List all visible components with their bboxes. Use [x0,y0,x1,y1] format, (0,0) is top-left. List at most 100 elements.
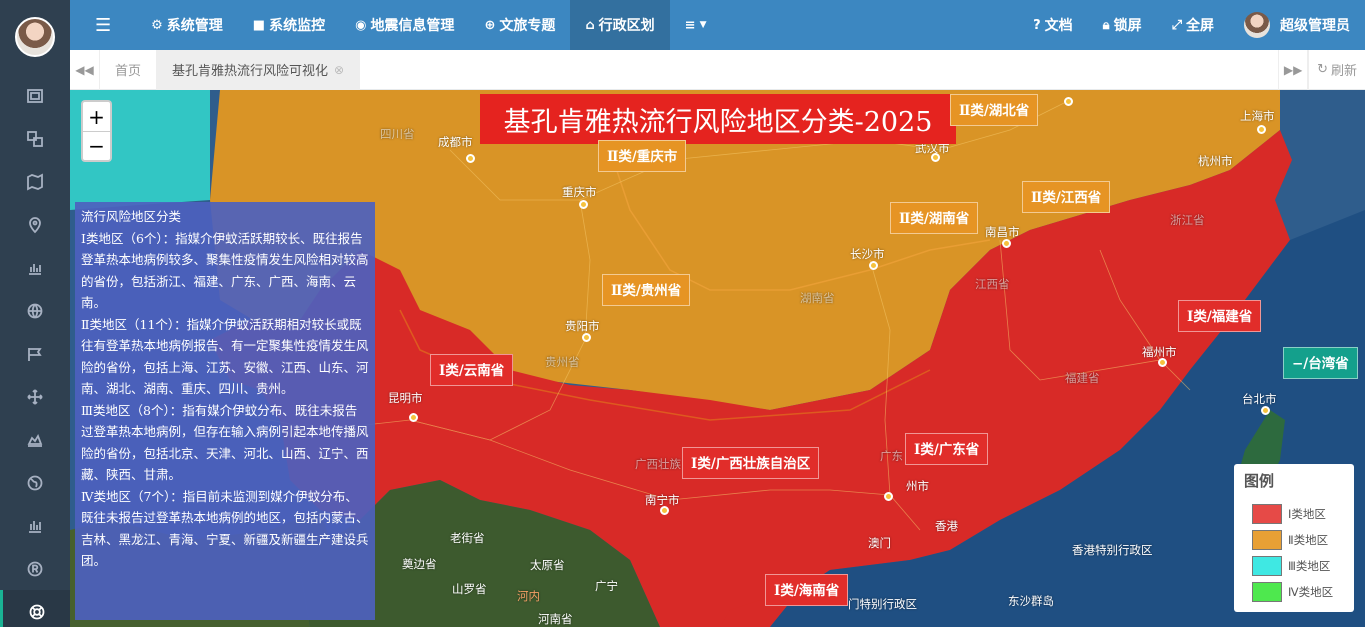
city-marker[interactable] [1158,358,1167,367]
avatar-container [0,0,70,74]
province-label: 奠边省 [402,557,437,571]
region-label-fujian[interactable]: Ⅰ类/福建省 [1178,300,1262,332]
sidebar-item-location[interactable] [0,203,70,246]
map-legend: 图例 Ⅰ类地区 Ⅱ类地区 Ⅲ类地区 Ⅳ类地区 [1234,464,1354,612]
sidebar-item-screen[interactable] [0,74,70,117]
region-label-jiangxi[interactable]: Ⅱ类/江西省 [1022,181,1111,213]
flag-icon [28,347,42,361]
nav-system-monitor[interactable]: ■ 系统监控 [238,0,340,50]
sidebar-item-globe-2[interactable] [0,461,70,504]
hamburger-icon: ☰ [95,14,112,36]
province-label: 广宁 [595,579,618,593]
nav-label: 地震信息管理 [370,18,455,34]
sidebar-item-flag[interactable] [0,332,70,375]
province-label: 广西壮族 [635,457,681,471]
city-marker[interactable] [884,492,893,501]
city-label: 河内 [517,589,540,603]
fullscreen-button[interactable]: ⤢ 全屏 [1157,0,1229,50]
area-chart-icon [27,433,43,447]
city-marker[interactable] [1261,406,1270,415]
sidebar-item-globe[interactable] [0,289,70,332]
legend-item: Ⅲ类地区 [1244,553,1344,579]
sidebar-item-report[interactable] [0,504,70,547]
tab-chikungunya[interactable]: 基孔肯雅热流行风险可视化 ⊗ [157,49,361,90]
city-marker[interactable] [1257,125,1266,134]
sidebar-item-area-chart[interactable] [0,418,70,461]
city-marker[interactable] [466,154,475,163]
sidebar-item-move[interactable] [0,375,70,418]
region-label-hubei[interactable]: Ⅱ类/湖北省 [950,94,1039,126]
tab-scroll-right-button[interactable]: ▶▶ [1278,49,1309,90]
legend-item: Ⅳ类地区 [1244,579,1344,605]
expand-icon: ⤢ [1171,17,1182,33]
nav-cultural-tourism[interactable]: ⊕ 文旅专题 [469,0,570,50]
lock-label: 锁屏 [1113,18,1142,34]
risk-description-panel: 流行风险地区分类 Ⅰ类地区（6个）：指媒介伊蚊活跃期较长、既往报告登革热本地病例… [75,202,375,620]
province-label: 老街省 [450,531,485,545]
region-label-chongqing[interactable]: Ⅱ类/重庆市 [598,140,687,172]
user-avatar [1244,12,1270,38]
city-label: 长沙市 [850,247,885,261]
sidebar-item-support[interactable] [0,590,70,627]
nav-label: 系统监控 [269,18,326,34]
region-label-hunan[interactable]: Ⅱ类/湖南省 [890,202,979,234]
city-marker[interactable] [931,153,940,162]
city-label: 南昌市 [985,225,1020,239]
region-label-yunnan[interactable]: Ⅰ类/云南省 [430,354,514,386]
city-marker[interactable] [579,200,588,209]
legend-swatch [1252,504,1282,524]
docs-button[interactable]: ? 文档 [1018,0,1088,50]
refresh-button[interactable]: ↻ 刷新 [1308,49,1365,90]
city-marker[interactable] [409,413,418,422]
zoom-in-button[interactable]: + [83,102,110,131]
legend-swatch [1252,582,1282,602]
nav-label: 系统管理 [166,18,223,34]
city-marker[interactable] [1064,97,1073,106]
city-label: 杭州市 [1198,154,1233,168]
city-marker[interactable] [582,333,591,342]
city-label: 澳门 [868,536,891,550]
region-label-taiwan[interactable]: −/台湾省 [1283,347,1358,379]
city-label: 昆明市 [388,391,423,405]
menu-toggle-button[interactable]: ☰ [70,0,136,50]
legend-label: Ⅰ类地区 [1288,507,1326,521]
tab-home[interactable]: 首页 [100,49,158,90]
nav-more-dropdown[interactable]: ≡ ▼ [670,0,722,50]
city-marker[interactable] [660,506,669,515]
sidebar-item-registered[interactable] [0,547,70,590]
lock-screen-button[interactable]: 🔒︎ 锁屏 [1088,0,1157,50]
chevron-down-icon: ▼ [699,20,707,30]
city-label: 上海市 [1240,109,1275,123]
city-label: 东沙群岛 [1008,594,1054,608]
map-view[interactable]: 成都市 重庆市 长沙市 南昌市 武汉市 上海市 杭州市 贵阳市 昆明市 南宁市 … [70,90,1365,627]
nav-administrative-division[interactable]: ⌂ 行政区划 [570,0,670,50]
tab-scroll-left-button[interactable]: ◀◀ [70,49,100,90]
sidebar-item-statistics[interactable] [0,246,70,289]
zoom-control: + − [81,100,112,162]
description-class-3: Ⅲ类地区（8个）：指有媒介伊蚊分布、既往未报告过登革热本地病例，但存在输入病例引… [81,402,369,483]
fullscreen-label: 全屏 [1186,18,1214,34]
region-label-guangdong[interactable]: Ⅰ类/广东省 [905,433,989,465]
user-name: 超级管理员 [1280,18,1350,34]
nav-earthquake-info[interactable]: ◉ 地震信息管理 [340,0,469,50]
forward-icon: ▶▶ [1283,62,1303,77]
legend-swatch [1252,556,1282,576]
sidebar-item-map[interactable] [0,160,70,203]
region-label-hainan[interactable]: Ⅰ类/海南省 [765,574,849,606]
user-menu[interactable]: 超级管理员 [1229,0,1365,50]
region-label-guizhou[interactable]: Ⅱ类/贵州省 [602,274,691,306]
zoom-out-button[interactable]: − [83,131,110,160]
lock-icon: 🔒︎ [1102,17,1110,33]
city-marker[interactable] [869,261,878,270]
city-marker[interactable] [1002,239,1011,248]
description-class-4: Ⅳ类地区（7个）：指目前未监测到媒介伊蚊分布、既往未报告过登革热本地病例的地区，… [81,488,369,569]
city-label: 成都市 [438,135,473,149]
registered-icon [27,561,43,576]
sidebar-item-layers[interactable] [0,117,70,160]
nav-system-management[interactable]: ⚙ 系统管理 [136,0,238,50]
region-label-guangxi[interactable]: Ⅰ类/广西壮族自治区 [682,447,820,479]
avatar[interactable] [15,17,55,57]
close-icon[interactable]: ⊗ [334,63,344,77]
map-marker-icon [29,216,41,233]
legend-title: 图例 [1244,472,1275,490]
